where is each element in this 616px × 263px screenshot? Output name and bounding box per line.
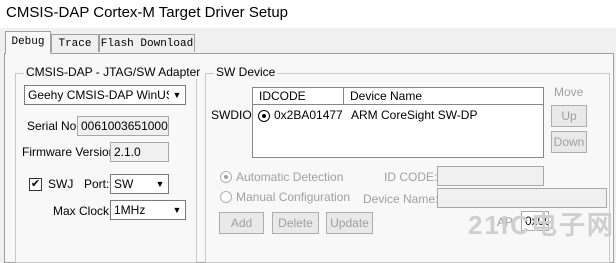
column-header-device-name[interactable]: Device Name: [344, 88, 543, 105]
adapter-select-value: Geehy CMSIS-DAP WinUSB: [28, 88, 182, 102]
move-up-button[interactable]: Up: [551, 105, 587, 127]
max-clock-select-value: 1MHz: [114, 203, 146, 217]
swj-checkbox[interactable]: ✔: [29, 178, 42, 191]
chevron-down-icon[interactable]: ▼: [169, 86, 185, 104]
target-icon: [258, 110, 270, 122]
table-row[interactable]: 0x2BA01477 ARM CoreSight SW-DP: [253, 106, 543, 124]
delete-button[interactable]: Delete: [272, 212, 319, 234]
serial-field: 00610036510000C: [77, 116, 169, 136]
id-code-field[interactable]: [437, 166, 544, 186]
move-down-button[interactable]: Down: [551, 131, 587, 153]
tab-trace[interactable]: Trace: [51, 34, 99, 52]
move-label: Move: [554, 85, 584, 99]
update-button[interactable]: Update: [326, 212, 373, 234]
port-select-value: SW: [114, 177, 134, 191]
add-button[interactable]: Add: [219, 212, 264, 234]
device-name-label: Device Name:: [363, 192, 439, 206]
tab-flash-download[interactable]: Flash Download: [99, 34, 195, 52]
port-label: Port:: [84, 177, 110, 191]
swdio-label: SWDIO: [211, 108, 252, 122]
chevron-down-icon[interactable]: ▼: [152, 175, 168, 193]
serial-label: Serial No:: [27, 119, 80, 133]
max-clock-label: Max Clock:: [53, 204, 113, 218]
sw-device-table[interactable]: IDCODE Device Name 0x2BA01477 ARM CoreSi…: [252, 87, 544, 158]
row-idcode: 0x2BA01477: [274, 108, 343, 122]
manual-configuration-label: Manual Configuration: [236, 190, 351, 204]
window-title: CMSIS-DAP Cortex-M Target Driver Setup: [6, 4, 289, 21]
max-clock-select[interactable]: 1MHz ▼: [110, 200, 186, 220]
automatic-detection-label: Automatic Detection: [236, 170, 344, 184]
row-device-name: ARM CoreSight SW-DP: [351, 108, 478, 122]
adapter-group-title: CMSIS-DAP - JTAG/SW Adapter: [24, 65, 203, 79]
check-icon: ✔: [30, 178, 41, 190]
title-bar: CMSIS-DAP Cortex-M Target Driver Setup: [0, 0, 616, 28]
firmware-field: 2.1.0: [110, 142, 169, 162]
tab-debug-label: Debug: [11, 36, 45, 48]
column-header-idcode[interactable]: IDCODE: [253, 88, 344, 105]
tab-flash-download-label: Flash Download: [100, 38, 194, 50]
firmware-label: Firmware Version:: [22, 145, 119, 159]
sw-device-group-title: SW Device: [214, 65, 278, 79]
port-select[interactable]: SW ▼: [110, 174, 169, 194]
chevron-down-icon[interactable]: ▼: [169, 201, 185, 219]
watermark-logo: 21IC电子网: [468, 210, 615, 240]
tab-debug[interactable]: Debug: [5, 31, 51, 54]
tab-trace-label: Trace: [58, 38, 92, 50]
automatic-detection-radio[interactable]: [220, 171, 232, 183]
manual-configuration-radio[interactable]: [220, 191, 232, 203]
id-code-label: ID CODE:: [384, 170, 438, 184]
swj-label: SWJ: [48, 177, 74, 191]
adapter-select[interactable]: Geehy CMSIS-DAP WinUSB ▼: [24, 85, 186, 105]
